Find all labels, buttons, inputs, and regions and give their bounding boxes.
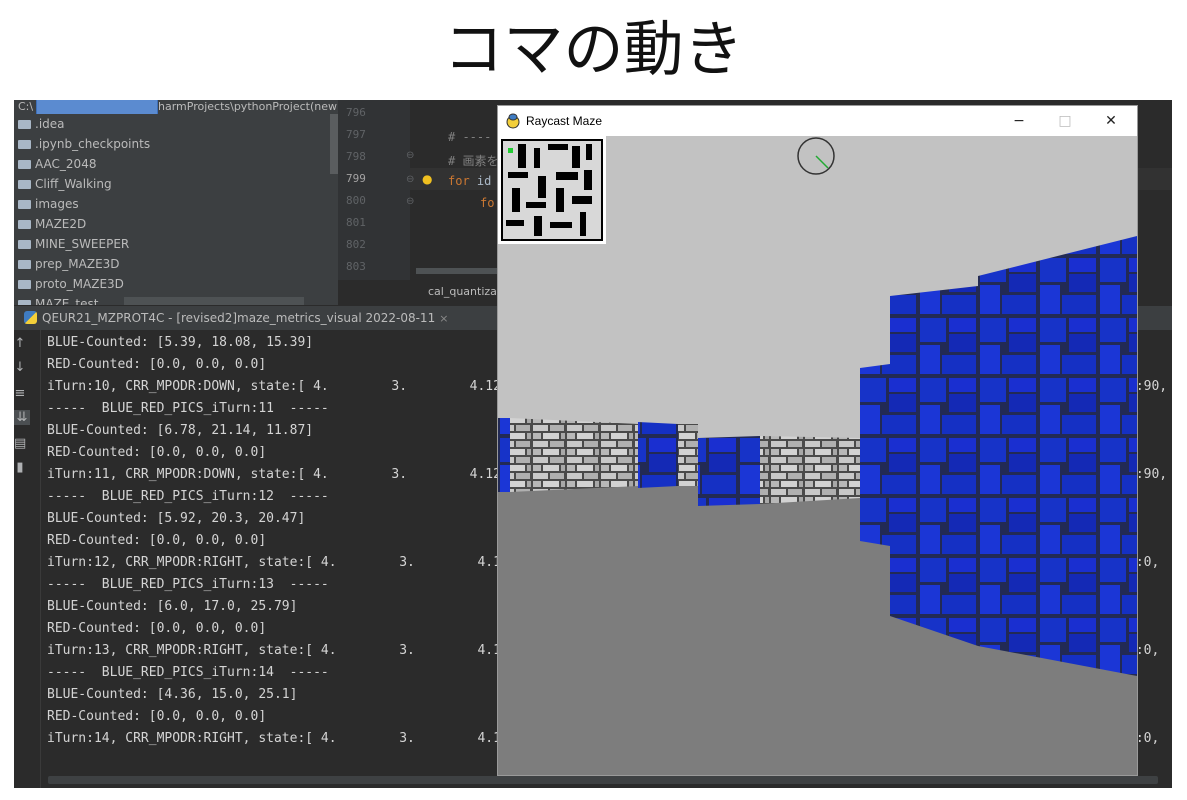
project-tree-label: images bbox=[35, 197, 79, 211]
console-line: RED-Counted: [0.0, 0.0, 0.0] bbox=[47, 533, 267, 548]
folder-icon bbox=[18, 280, 31, 289]
console-line: RED-Counted: [0.0, 0.0, 0.0] bbox=[47, 445, 267, 460]
compass-icon bbox=[797, 137, 835, 175]
console-line: ----- BLUE_RED_PICS_iTurn:14 ----- bbox=[47, 665, 329, 680]
run-tab-label: QEUR21_MZPROT4C - [revised2]maze_metrics… bbox=[42, 311, 436, 325]
project-tree-item[interactable]: AAC_2048 bbox=[14, 154, 338, 174]
fold-icon[interactable]: ⊖ bbox=[406, 196, 414, 207]
redaction-box bbox=[36, 100, 158, 114]
close-icon[interactable]: × bbox=[439, 312, 448, 325]
console-line: iTurn:14, CRR_MPODR:RIGHT, state:[ 4. 3.… bbox=[47, 731, 509, 746]
path-prefix: C:\ bbox=[18, 100, 34, 113]
project-tree-item[interactable]: .ipynb_checkpoints bbox=[14, 134, 338, 154]
scroll-down-icon[interactable]: ↓ bbox=[14, 360, 26, 375]
minimap bbox=[498, 136, 606, 244]
folder-icon bbox=[18, 260, 31, 269]
console-line: ----- BLUE_RED_PICS_iTurn:13 ----- bbox=[47, 577, 329, 592]
console-toolbar: ↑ ↓ ≡ ⇊ ▤ ▮ bbox=[14, 330, 41, 788]
folder-icon bbox=[18, 240, 31, 249]
folder-icon bbox=[18, 160, 31, 169]
console-line: iTurn:11, CRR_MPODR:DOWN, state:[ 4. 3. … bbox=[47, 467, 509, 482]
code-keyword: for bbox=[448, 174, 470, 188]
console-line: BLUE-Counted: [6.78, 21.14, 11.87] bbox=[47, 423, 314, 438]
folder-icon bbox=[18, 220, 31, 229]
project-tree-item[interactable]: MAZE2D bbox=[14, 214, 338, 234]
print-icon[interactable]: ▤ bbox=[14, 436, 26, 451]
maze-view bbox=[498, 136, 1137, 775]
project-path: C:\ harmProjects\pythonProject(new) bbox=[14, 100, 338, 114]
line-number: 798 bbox=[346, 150, 366, 163]
raycast-window[interactable]: Raycast Maze − □ ✕ bbox=[498, 106, 1137, 775]
line-number: 803 bbox=[346, 260, 366, 273]
folder-icon bbox=[18, 140, 31, 149]
window-title: Raycast Maze bbox=[526, 114, 603, 128]
project-tree-label: MAZE_test bbox=[35, 297, 99, 305]
line-number: 802 bbox=[346, 238, 366, 251]
close-button[interactable]: ✕ bbox=[1088, 106, 1134, 136]
window-titlebar[interactable]: Raycast Maze − □ ✕ bbox=[498, 106, 1137, 136]
console-line: BLUE-Counted: [5.92, 20.3, 20.47] bbox=[47, 511, 306, 526]
run-tab[interactable]: QEUR21_MZPROT4C - [revised2]maze_metrics… bbox=[24, 306, 448, 330]
project-tree-item[interactable]: Cliff_Walking bbox=[14, 174, 338, 194]
fold-icon[interactable]: ⊖ bbox=[406, 174, 414, 185]
project-tree-item[interactable]: .idea bbox=[14, 114, 338, 134]
project-tree-item[interactable]: prep_MAZE3D bbox=[14, 254, 338, 274]
editor-gutter bbox=[338, 100, 410, 280]
soft-wrap-icon[interactable]: ≡ bbox=[14, 386, 26, 401]
folder-icon bbox=[18, 180, 31, 189]
minimize-button[interactable]: − bbox=[996, 106, 1042, 136]
line-number: 799 bbox=[346, 172, 366, 185]
console-line: RED-Counted: [0.0, 0.0, 0.0] bbox=[47, 621, 267, 636]
console-line: iTurn:10, CRR_MPODR:DOWN, state:[ 4. 3. … bbox=[47, 379, 509, 394]
project-tree-label: proto_MAZE3D bbox=[35, 277, 124, 291]
console-line: BLUE-Counted: [6.0, 17.0, 25.79] bbox=[47, 599, 298, 614]
line-number: 800 bbox=[346, 194, 366, 207]
console-line: iTurn:13, CRR_MPODR:RIGHT, state:[ 4. 3.… bbox=[47, 643, 509, 658]
scroll-up-icon[interactable]: ↑ bbox=[14, 336, 26, 351]
project-hscrollbar[interactable] bbox=[124, 297, 304, 305]
code-line-800: fo bbox=[480, 196, 495, 210]
console-line: BLUE-Counted: [4.36, 15.0, 25.1] bbox=[47, 687, 298, 702]
console-line: RED-Counted: [0.0, 0.0, 0.0] bbox=[47, 709, 267, 724]
project-tree-item[interactable]: images bbox=[14, 194, 338, 214]
project-tree-label: MAZE2D bbox=[35, 217, 87, 231]
project-tree-label: AAC_2048 bbox=[35, 157, 97, 171]
console-hscrollbar[interactable] bbox=[48, 776, 1158, 784]
line-number: 796 bbox=[346, 106, 366, 119]
project-tree: .idea .ipynb_checkpoints AAC_2048 Cliff_Wal… bbox=[14, 114, 338, 305]
fold-icon[interactable]: ⊖ bbox=[406, 150, 414, 161]
folder-icon bbox=[18, 120, 31, 129]
project-tree-label: .ipynb_checkpoints bbox=[35, 137, 151, 151]
code-line-797: # ---- bbox=[448, 130, 492, 144]
console-line: ----- BLUE_RED_PICS_iTurn:12 ----- bbox=[47, 489, 329, 504]
trash-icon[interactable]: ▮ bbox=[14, 460, 26, 475]
console-line: iTurn:12, CRR_MPODR:RIGHT, state:[ 4. 3.… bbox=[47, 555, 509, 570]
project-tree-label: MINE_SWEEPER bbox=[35, 237, 130, 251]
python-icon bbox=[24, 311, 37, 324]
project-scrollbar[interactable] bbox=[330, 114, 338, 174]
pygame-snake-icon bbox=[506, 113, 520, 129]
line-number: 801 bbox=[346, 216, 366, 229]
code-line-798: # 画素を bbox=[448, 154, 499, 168]
folder-icon bbox=[18, 200, 31, 209]
console-line: ----- BLUE_RED_PICS_iTurn:11 ----- bbox=[47, 401, 329, 416]
console-line: BLUE-Counted: [5.39, 18.08, 15.39] bbox=[47, 335, 314, 350]
project-tree-label: prep_MAZE3D bbox=[35, 257, 120, 271]
project-tree-item[interactable]: MINE_SWEEPER bbox=[14, 234, 338, 254]
project-tree-item[interactable]: proto_MAZE3D bbox=[14, 274, 338, 294]
project-tree-label: .idea bbox=[35, 117, 65, 131]
path-tail: harmProjects\pythonProject(new) bbox=[158, 100, 338, 113]
lightbulb-icon[interactable]: ● bbox=[422, 172, 432, 186]
code-line-799: id bbox=[469, 174, 492, 188]
scroll-to-end-icon[interactable]: ⇊ bbox=[14, 410, 30, 425]
project-panel: C:\ harmProjects\pythonProject(new) .ide… bbox=[14, 100, 338, 305]
console-line: RED-Counted: [0.0, 0.0, 0.0] bbox=[47, 357, 267, 372]
project-tree-label: Cliff_Walking bbox=[35, 177, 112, 191]
maximize-button[interactable]: □ bbox=[1042, 106, 1088, 136]
slide-title: コマの動き bbox=[443, 15, 744, 85]
line-number: 797 bbox=[346, 128, 366, 141]
